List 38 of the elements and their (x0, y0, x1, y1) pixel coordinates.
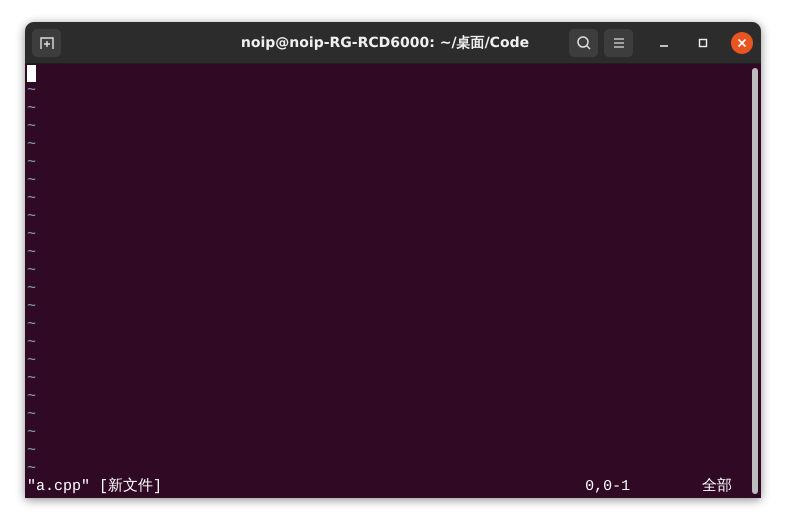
empty-line-marker: ~ (27, 136, 36, 154)
new-tab-button[interactable] (32, 28, 61, 56)
empty-line-marker: ~ (27, 334, 36, 352)
search-icon (576, 34, 592, 50)
empty-line-marker: ~ (27, 442, 36, 460)
search-button[interactable] (569, 28, 598, 56)
new-tab-icon (38, 34, 54, 50)
scrollbar-thumb[interactable] (752, 68, 758, 494)
empty-line-marker: ~ (27, 370, 36, 388)
maximize-icon (698, 38, 708, 48)
empty-line-marker: ~ (27, 388, 36, 406)
empty-line-marker: ~ (27, 406, 36, 424)
empty-line-marker: ~ (27, 460, 36, 478)
empty-line-marker: ~ (27, 82, 36, 100)
empty-line-marker: ~ (27, 316, 36, 334)
empty-line-marker: ~ (27, 352, 36, 370)
cursor-position: 0,0-1 (585, 478, 632, 496)
empty-line-marker: ~ (27, 208, 36, 226)
empty-line-marker: ~ (27, 298, 36, 316)
text-cursor (27, 64, 36, 82)
file-status-message: "a.cpp" [新文件] (27, 478, 164, 496)
window-title: noip@noip-RG-RCD6000: ~/桌面/Code (240, 34, 530, 52)
empty-line-marker: ~ (27, 100, 36, 118)
empty-line-marker: ~ (27, 424, 36, 442)
empty-line-marker: ~ (27, 226, 36, 244)
empty-line-marker: ~ (27, 190, 36, 208)
menu-button[interactable] (604, 28, 633, 56)
empty-line-marker: ~ (27, 244, 36, 262)
close-button[interactable] (731, 32, 753, 54)
empty-line-marker: ~ (27, 118, 36, 136)
minimize-icon (660, 45, 668, 47)
empty-line-marker: ~ (27, 172, 36, 190)
menu-icon (612, 36, 626, 48)
close-icon (737, 38, 747, 48)
empty-line-marker: ~ (27, 262, 36, 280)
empty-line-marker: ~ (27, 280, 36, 298)
empty-line-marker: ~ (27, 154, 36, 172)
scroll-position: 全部 (702, 478, 732, 496)
